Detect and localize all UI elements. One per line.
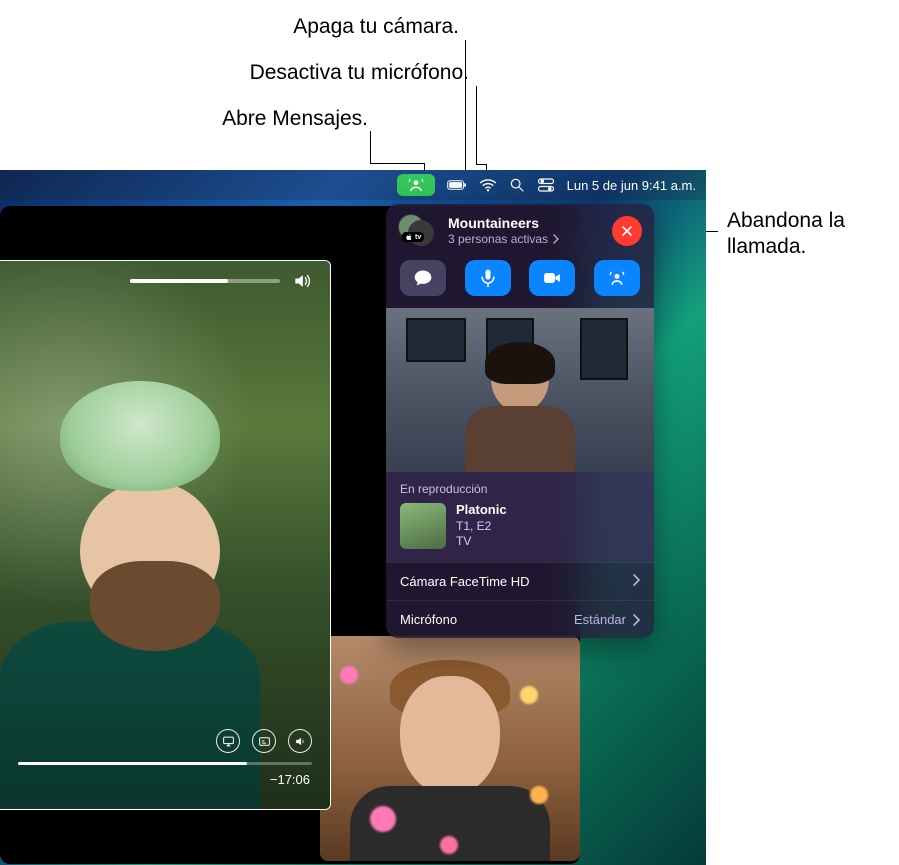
messages-button[interactable] xyxy=(400,260,446,296)
callout-leave-call-line2: llamada. xyxy=(727,235,806,258)
callout-camera-off: Apaga tu cámara. xyxy=(293,14,459,40)
chevron-right-icon xyxy=(552,234,559,244)
mic-row-value: Estándar xyxy=(574,612,626,627)
tv-app-badge-icon: tv xyxy=(402,232,424,242)
camera-settings-row[interactable]: Cámara FaceTime HD xyxy=(386,562,654,600)
now-playing-section: En reproducción Platonic T1, E2 TV xyxy=(386,472,654,562)
panel-header: tv Mountaineers 3 personas activas xyxy=(386,204,654,252)
spotlight-search-icon[interactable] xyxy=(509,177,525,193)
airplay-button[interactable] xyxy=(216,729,240,753)
facetime-menu-pill[interactable] xyxy=(397,174,435,196)
player-secondary-controls xyxy=(216,729,312,753)
shareplay-person-icon xyxy=(607,268,627,288)
group-subtitle: 3 personas activas xyxy=(448,232,548,246)
leader-line xyxy=(370,131,371,163)
battery-icon[interactable] xyxy=(447,175,467,195)
participant-tile[interactable] xyxy=(320,636,580,861)
control-center-icon[interactable] xyxy=(537,176,555,194)
microphone-settings-row[interactable]: Micrófono Estándar xyxy=(386,600,654,638)
now-playing-item[interactable]: Platonic T1, E2 TV xyxy=(400,502,640,550)
end-call-button[interactable] xyxy=(612,216,642,246)
callout-leave-call: Abandona la llamada. xyxy=(727,208,845,261)
desktop-wallpaper: Lun 5 de jun 9:41 a.m. xyxy=(0,170,706,865)
facetime-control-panel: tv Mountaineers 3 personas activas xyxy=(386,204,654,638)
callout-open-messages: Abre Mensajes. xyxy=(222,106,368,132)
callout-leave-call-line1: Abandona la xyxy=(727,209,845,232)
volume-icon[interactable] xyxy=(292,271,312,296)
callout-mute-mic: Desactiva tu micrófono. xyxy=(250,60,469,86)
panel-button-row xyxy=(386,252,654,308)
microphone-icon xyxy=(478,268,498,288)
panel-title-block[interactable]: Mountaineers 3 personas activas xyxy=(448,215,602,246)
camera-row-label: Cámara FaceTime HD xyxy=(400,574,530,589)
leader-line xyxy=(465,40,466,170)
shareplay-player-window: −17:06 xyxy=(0,260,331,810)
chevron-right-icon xyxy=(632,614,640,626)
mic-row-label: Micrófono xyxy=(400,612,457,627)
menu-bar: Lun 5 de jun 9:41 a.m. xyxy=(0,170,706,200)
audio-settings-button[interactable] xyxy=(288,729,312,753)
video-camera-icon xyxy=(542,268,562,288)
time-remaining: −17:06 xyxy=(270,772,310,787)
close-x-icon xyxy=(619,223,635,239)
group-name: Mountaineers xyxy=(448,215,602,232)
camera-toggle-button[interactable] xyxy=(529,260,575,296)
now-playing-subtitle: T1, E2 xyxy=(456,519,507,535)
self-view-tile[interactable] xyxy=(386,308,654,472)
message-bubble-icon xyxy=(413,268,433,288)
person-wave-icon xyxy=(407,176,425,194)
playback-progress[interactable] xyxy=(18,762,312,765)
now-playing-source: TV xyxy=(456,534,507,550)
wifi-icon[interactable] xyxy=(479,176,497,194)
participant-video xyxy=(320,636,580,861)
volume-slider[interactable] xyxy=(130,279,280,283)
chevron-right-icon xyxy=(632,574,640,589)
leader-line xyxy=(370,163,424,164)
leader-line xyxy=(476,164,486,165)
now-playing-title: Platonic xyxy=(456,502,507,519)
player-video-content xyxy=(0,261,330,809)
group-avatar: tv xyxy=(398,214,438,248)
now-playing-label: En reproducción xyxy=(400,482,640,496)
menubar-datetime[interactable]: Lun 5 de jun 9:41 a.m. xyxy=(567,178,696,193)
now-playing-thumbnail xyxy=(400,503,446,549)
shareplay-button[interactable] xyxy=(594,260,640,296)
mute-mic-button[interactable] xyxy=(465,260,511,296)
captions-button[interactable] xyxy=(252,729,276,753)
leader-line xyxy=(476,86,477,164)
